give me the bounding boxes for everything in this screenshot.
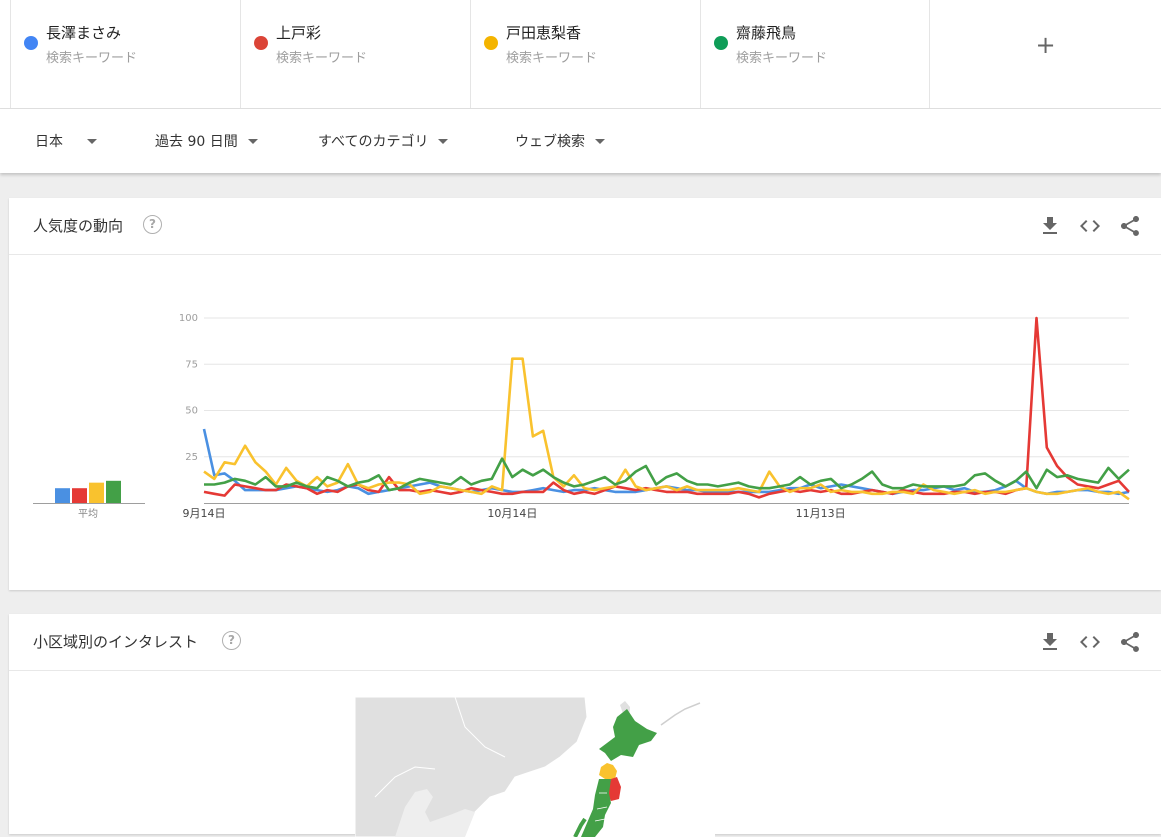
average-bar [89, 482, 104, 503]
average-label: 平均 [78, 508, 98, 520]
embed-code-icon[interactable] [1078, 630, 1102, 654]
average-bar [72, 488, 87, 503]
term-1[interactable]: 長澤まさみ 検索キーワード [10, 0, 239, 108]
term-type: 検索キーワード [46, 51, 138, 66]
region-map-svg[interactable] [355, 697, 715, 837]
x-tick-label: 11月13日 [796, 507, 846, 520]
caret-down-icon [87, 138, 97, 144]
question-circle-icon[interactable]: ? [222, 631, 241, 650]
term-color-dot [714, 36, 728, 50]
x-tick-label: 10月14日 [487, 507, 537, 520]
y-tick-label: 25 [185, 452, 198, 463]
term-color-dot [24, 36, 38, 50]
caret-down-icon [438, 138, 449, 144]
term-name[interactable]: 齋藤飛鳥 [736, 22, 796, 43]
interest-over-time-card: 人気度の動向 ? 平均 25 50 75 100 9月14日 10月14日 11月13日 [9, 198, 1161, 590]
japan-map[interactable] [355, 697, 715, 837]
y-tick-label: 75 [185, 359, 198, 370]
filter-bar: 日本 過去 90 日間 すべてのカテゴリ ウェブ検索 [0, 109, 1161, 173]
average-bar [106, 480, 121, 503]
term-name[interactable]: 長澤まさみ [46, 22, 121, 43]
trend-chart[interactable]: 平均 25 50 75 100 9月14日 10月14日 11月13日 [9, 198, 1161, 590]
card-header: 小区域別のインタレスト ? [9, 614, 1161, 671]
search-type-label: ウェブ検索 [515, 134, 585, 150]
card-title: 小区域別のインタレスト [33, 633, 199, 651]
average-bar [55, 488, 70, 503]
term-color-dot [254, 36, 268, 50]
term-bar: 長澤まさみ 検索キーワード 上戸彩 検索キーワード 戸田恵梨香 検索キーワード … [0, 0, 1161, 109]
average-bars: 平均 [33, 480, 145, 520]
term-type: 検索キーワード [506, 51, 598, 66]
term-type: 検索キーワード [276, 51, 368, 66]
caret-down-icon [595, 138, 605, 144]
interest-by-subregion-card: 小区域別のインタレスト ? [9, 614, 1161, 837]
term-4[interactable]: 齋藤飛鳥 検索キーワード [700, 0, 929, 108]
search-type-dropdown[interactable]: ウェブ検索 [515, 131, 605, 151]
period-label: 過去 90 日間 [155, 134, 238, 150]
term-color-dot [484, 36, 498, 50]
category-label: すべてのカテゴリ [318, 134, 429, 150]
region-dropdown[interactable]: 日本 [35, 131, 97, 151]
term-3[interactable]: 戸田恵梨香 検索キーワード [470, 0, 699, 108]
x-axis: 9月14日 10月14日 11月13日 [183, 503, 1129, 520]
download-icon[interactable] [1038, 630, 1062, 654]
region-label: 日本 [35, 134, 63, 150]
x-tick-label: 9月14日 [183, 507, 226, 520]
series-lines [202, 316, 1130, 501]
category-dropdown[interactable]: すべてのカテゴリ [318, 131, 449, 151]
term-name[interactable]: 上戸彩 [276, 22, 321, 43]
period-dropdown[interactable]: 過去 90 日間 [155, 131, 258, 151]
add-term-button[interactable]: + [929, 0, 1161, 108]
term-type: 検索キーワード [736, 51, 828, 66]
gridlines: 25 50 75 100 [179, 313, 1129, 463]
y-tick-label: 100 [179, 313, 198, 324]
series-line [203, 316, 1130, 499]
term-2[interactable]: 上戸彩 検索キーワード [240, 0, 469, 108]
caret-down-icon [247, 138, 258, 144]
share-icon[interactable] [1118, 630, 1142, 654]
y-tick-label: 50 [185, 406, 198, 417]
term-name[interactable]: 戸田恵梨香 [506, 22, 581, 43]
